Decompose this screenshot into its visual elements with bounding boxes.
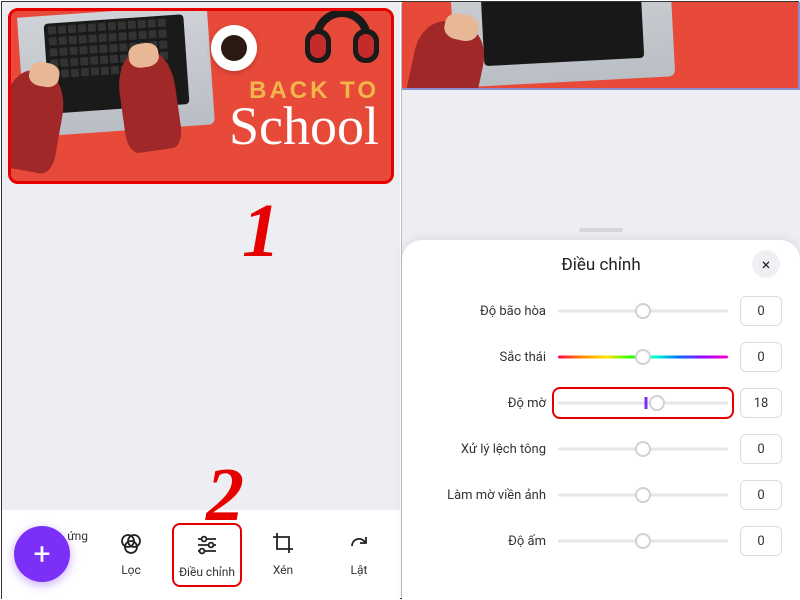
- plus-icon: +: [33, 537, 50, 572]
- adjust-slider[interactable]: [558, 391, 728, 415]
- sheet-handle[interactable]: [579, 228, 623, 232]
- adjust-slider[interactable]: [558, 437, 728, 461]
- toolbar-label: Lọc: [121, 563, 141, 577]
- adjust-slider[interactable]: [558, 483, 728, 507]
- slider-thumb[interactable]: [635, 533, 651, 549]
- slider-thumb[interactable]: [649, 395, 665, 411]
- adjust-value[interactable]: 0: [740, 526, 782, 556]
- adjust-row: Làm mờ viền ảnh 0: [420, 472, 782, 518]
- editor-properties-panel: Điều chỉnh × Độ bão hòa 0 Sắc thái 0 Độ mờ 18…: [402, 2, 800, 600]
- toolbar-item-flip[interactable]: Lật: [324, 523, 394, 587]
- adjust-icon: [193, 531, 221, 559]
- slider-mark: [645, 397, 648, 409]
- adjust-label: Độ bão hòa: [420, 304, 546, 319]
- adjust-slider[interactable]: [558, 299, 728, 323]
- adjust-value[interactable]: 0: [740, 296, 782, 326]
- adjust-label: Xử lý lệch tông: [420, 442, 546, 457]
- toolbar-item-crop[interactable]: Xén: [248, 523, 318, 587]
- screenshot-frame: BACK TO School + ứng Lọc: [1, 1, 799, 599]
- bottom-toolbar: + ứng Lọc Điều chỉnh: [2, 510, 400, 600]
- slider-thumb[interactable]: [635, 441, 651, 457]
- adjust-row: Sắc thái 0: [420, 334, 782, 380]
- slider-thumb[interactable]: [635, 349, 651, 365]
- adjust-label: Làm mờ viền ảnh: [420, 488, 546, 503]
- hand-illustration: [403, 16, 490, 90]
- headphones-illustration: [303, 8, 381, 75]
- slider-track: [558, 402, 728, 405]
- close-icon: ×: [762, 255, 771, 274]
- toolbar-label: Xén: [273, 563, 293, 577]
- coffee-cup-illustration: [211, 25, 257, 71]
- toolbar-item-effects[interactable]: ứng: [68, 523, 90, 587]
- adjust-row: Độ ấm 0: [420, 518, 782, 564]
- close-button[interactable]: ×: [752, 250, 780, 278]
- adjust-row: Độ bão hòa 0: [420, 288, 782, 334]
- adjust-label: Độ mờ: [420, 396, 546, 411]
- toolbar-item-adjust[interactable]: Điều chỉnh: [172, 523, 242, 587]
- slider-thumb[interactable]: [635, 303, 651, 319]
- adjust-slider[interactable]: [558, 345, 728, 369]
- adjust-label: Độ ấm: [420, 534, 546, 549]
- toolbar-label: ứng: [67, 529, 88, 543]
- canvas-preview[interactable]: [402, 2, 800, 90]
- adjust-value[interactable]: 0: [740, 434, 782, 464]
- add-button[interactable]: +: [14, 526, 70, 582]
- slider-thumb[interactable]: [635, 487, 651, 503]
- toolbar-items: ứng Lọc Điều chỉnh: [68, 523, 394, 587]
- toolbar-item-filter[interactable]: Lọc: [96, 523, 166, 587]
- adjust-slider[interactable]: [558, 529, 728, 553]
- adjust-sheet: Điều chỉnh × Độ bão hòa 0 Sắc thái 0 Độ mờ 18…: [402, 240, 800, 600]
- editor-canvas-panel: BACK TO School + ứng Lọc: [2, 2, 400, 600]
- selected-design-thumbnail[interactable]: BACK TO School: [8, 8, 394, 184]
- crop-icon: [269, 529, 297, 557]
- toolbar-label: Lật: [351, 563, 368, 577]
- thumbnail-title-bottom: School: [229, 99, 379, 153]
- adjust-value[interactable]: 0: [740, 342, 782, 372]
- filter-icon: [117, 529, 145, 557]
- adjust-row: Xử lý lệch tông 0: [420, 426, 782, 472]
- adjust-label: Sắc thái: [420, 350, 546, 365]
- toolbar-label: Điều chỉnh: [179, 565, 235, 579]
- sheet-header: Điều chỉnh ×: [420, 248, 782, 282]
- sheet-title: Điều chỉnh: [561, 255, 640, 275]
- adjust-value[interactable]: 0: [740, 480, 782, 510]
- thumbnail-title: BACK TO School: [229, 79, 379, 153]
- annotation-1: 1: [242, 188, 280, 275]
- flip-icon: [345, 529, 373, 557]
- adjust-value[interactable]: 18: [740, 388, 782, 418]
- adjust-row: Độ mờ 18: [420, 380, 782, 426]
